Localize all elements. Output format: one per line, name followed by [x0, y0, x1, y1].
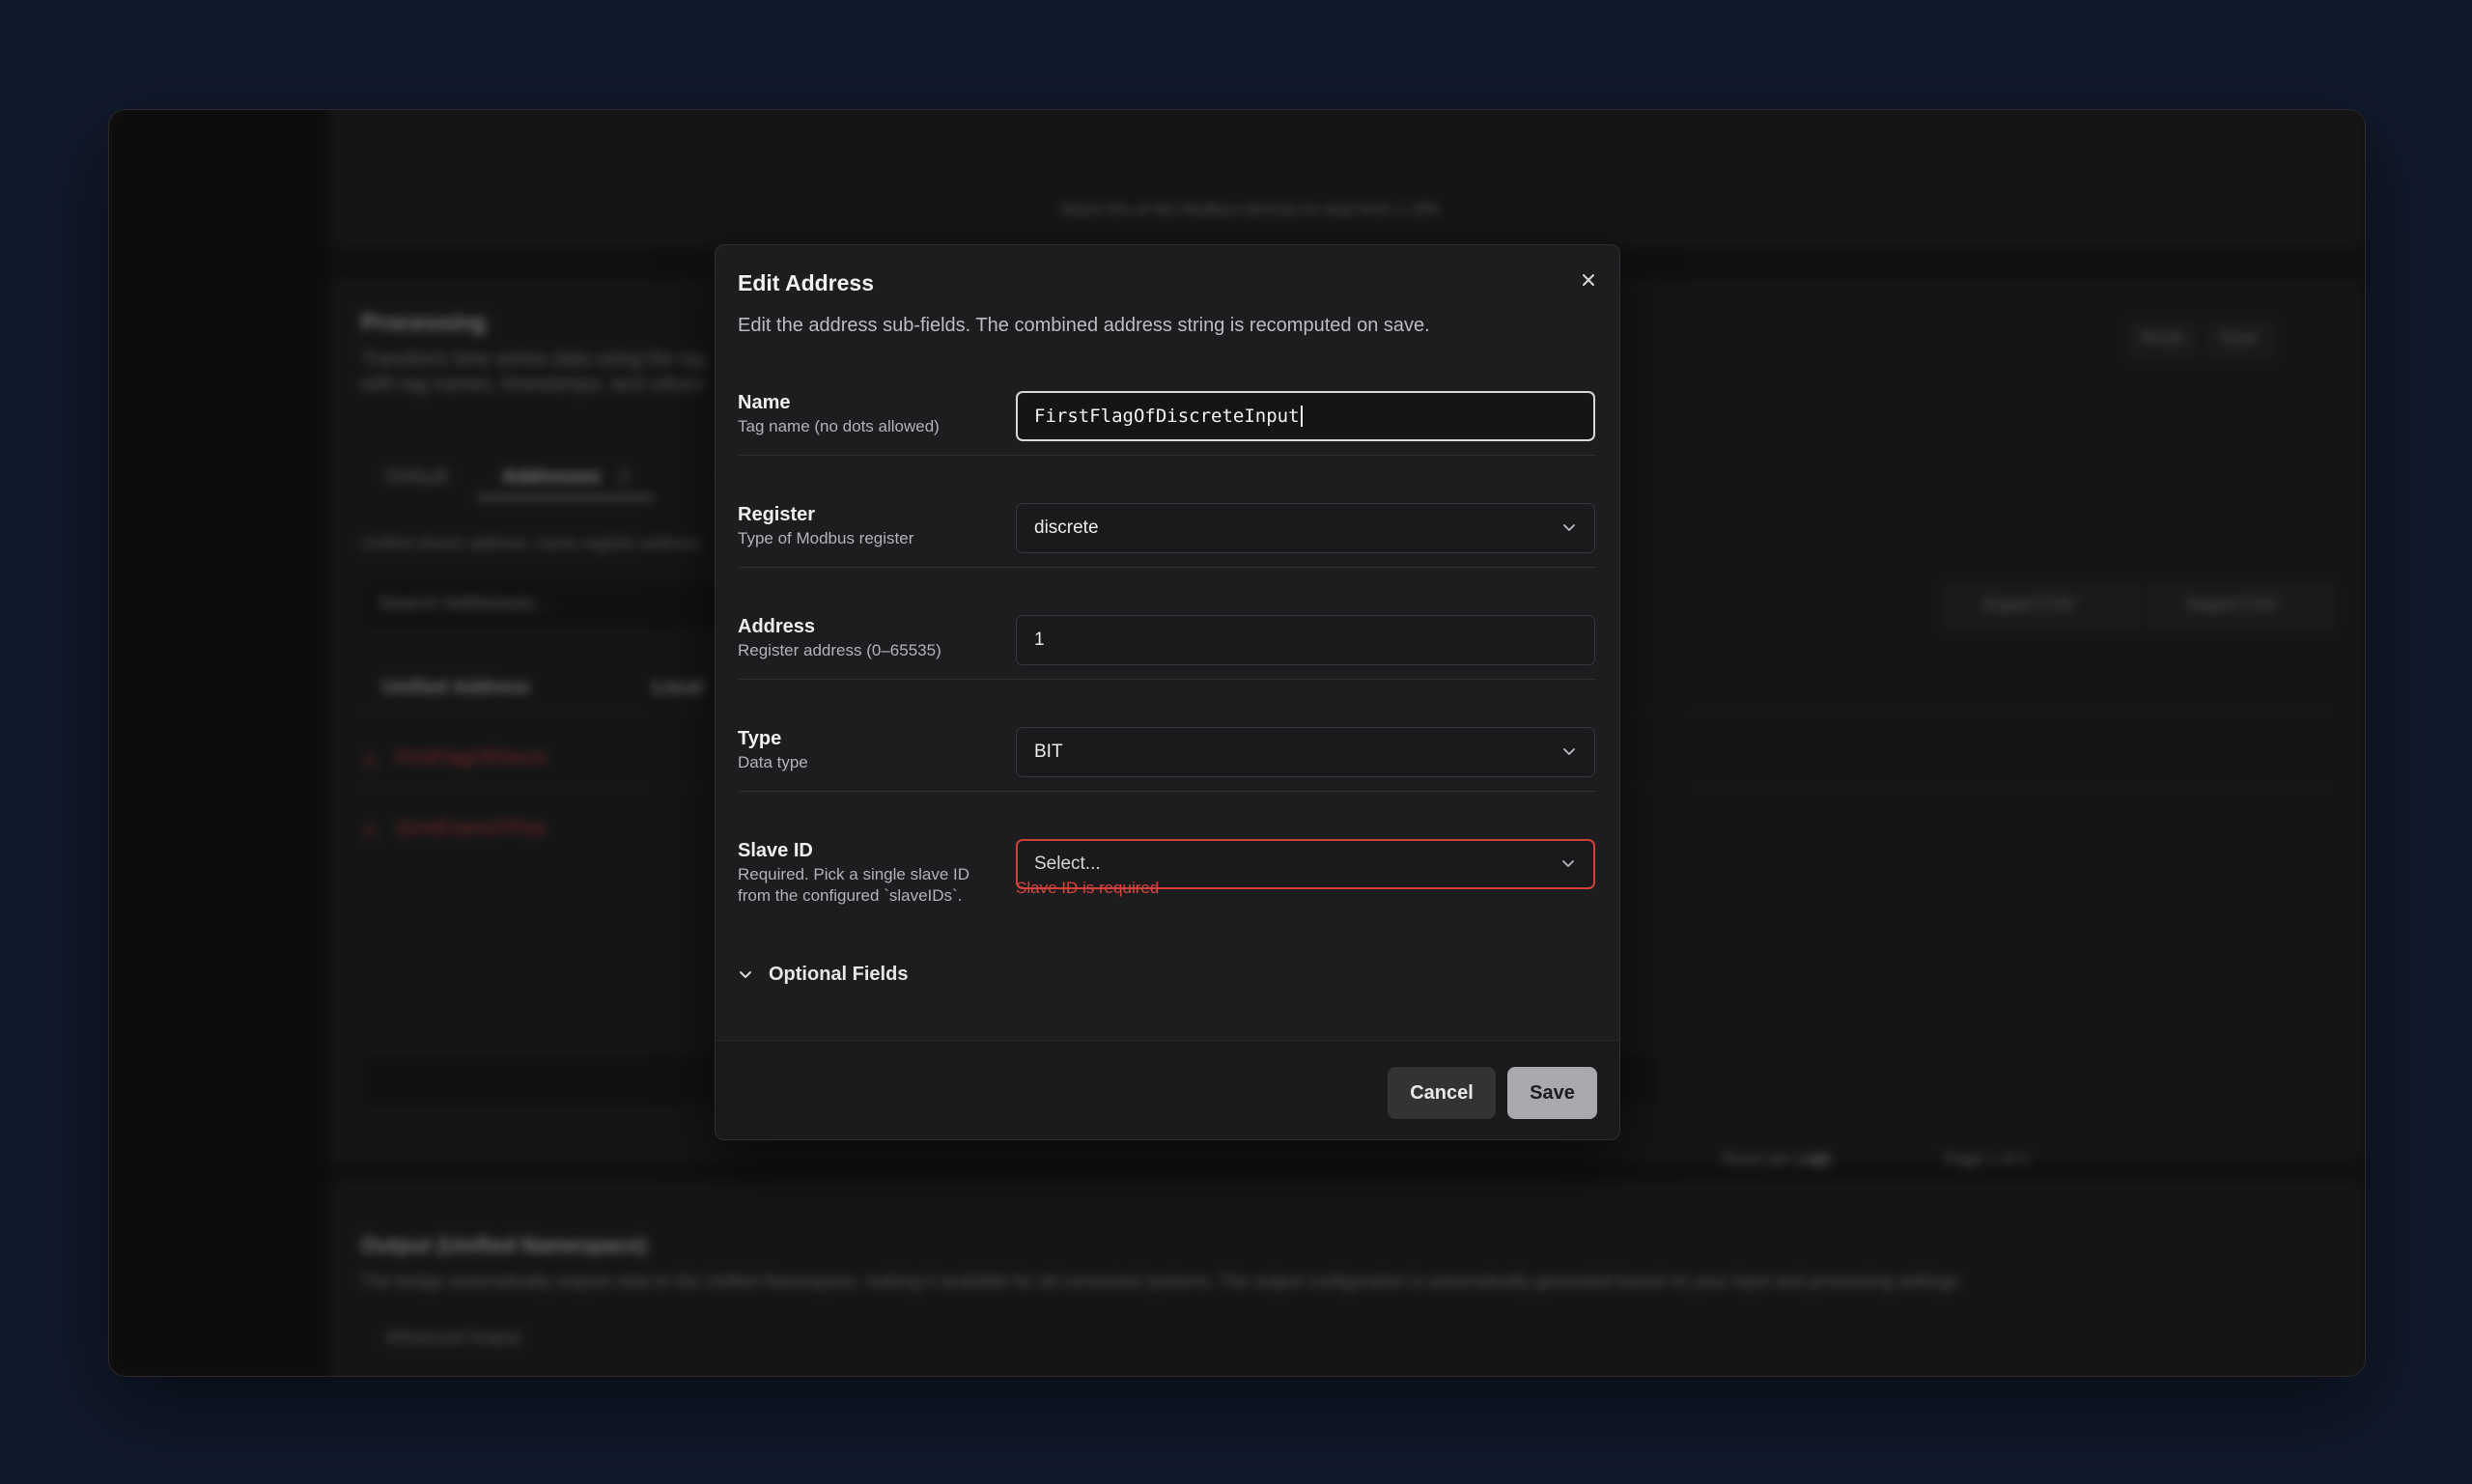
dialog-description: Edit the address sub-fields. The combine…: [738, 315, 1430, 336]
address-help: Register address (0–65535): [738, 641, 941, 659]
type-field: Type Data type BIT: [738, 709, 1597, 786]
slave-id-help-line-1: Required. Pick a single slave ID: [738, 865, 970, 883]
name-input[interactable]: FirstFlagOfDiscreteInput: [1016, 391, 1595, 441]
close-button[interactable]: [1575, 266, 1602, 294]
optional-fields-label: Optional Fields: [769, 964, 909, 985]
slave-id-help-line-2: from the configured `slaveIDs`.: [738, 886, 963, 905]
chevron-down-icon: [1563, 748, 1575, 755]
dialog-title: Edit Address: [738, 270, 875, 295]
save-button[interactable]: Save: [1507, 1067, 1597, 1119]
type-select-value: BIT: [1034, 742, 1063, 762]
register-field: Register Type of Modbus register discret…: [738, 485, 1597, 562]
slave-id-field: Slave ID Required. Pick a single slave I…: [738, 821, 1597, 937]
cancel-button[interactable]: Cancel: [1388, 1067, 1496, 1119]
type-help: Data type: [738, 753, 808, 771]
register-select-value: discrete: [1034, 518, 1099, 538]
chevron-down-icon: [1563, 524, 1575, 531]
slave-id-placeholder: Select...: [1034, 854, 1101, 874]
edit-address-dialog: Edit Address Edit the address sub-fields…: [715, 244, 1620, 1140]
address-field: Address Register address (0–65535) 1: [738, 597, 1597, 674]
register-select[interactable]: discrete: [1016, 503, 1595, 553]
field-divider: [738, 455, 1597, 456]
register-label: Register: [738, 504, 816, 525]
register-help: Type of Modbus register: [738, 529, 914, 547]
chevron-down-icon: [740, 970, 751, 978]
name-input-value: FirstFlagOfDiscreteInput: [1034, 406, 1300, 427]
address-label: Address: [738, 616, 816, 637]
name-help: Tag name (no dots allowed): [738, 417, 940, 435]
slave-id-label: Slave ID: [738, 840, 813, 861]
field-divider: [738, 567, 1597, 568]
optional-fields-toggle[interactable]: Optional Fields: [738, 964, 908, 986]
close-icon: [1583, 274, 1594, 286]
slave-id-error: Slave ID is required: [1016, 879, 1160, 897]
name-field: Name Tag name (no dots allowed) FirstFla…: [738, 373, 1597, 450]
dialog-footer: Cancel Save: [716, 1040, 1619, 1139]
chevron-down-icon: [1562, 860, 1574, 867]
type-label: Type: [738, 728, 782, 749]
text-caret: [1300, 406, 1303, 427]
address-input[interactable]: 1: [1016, 615, 1595, 665]
field-divider: [738, 791, 1597, 792]
address-input-value: 1: [1034, 630, 1045, 650]
type-select[interactable]: BIT: [1016, 727, 1595, 777]
field-divider: [738, 679, 1597, 680]
name-label: Name: [738, 392, 791, 413]
